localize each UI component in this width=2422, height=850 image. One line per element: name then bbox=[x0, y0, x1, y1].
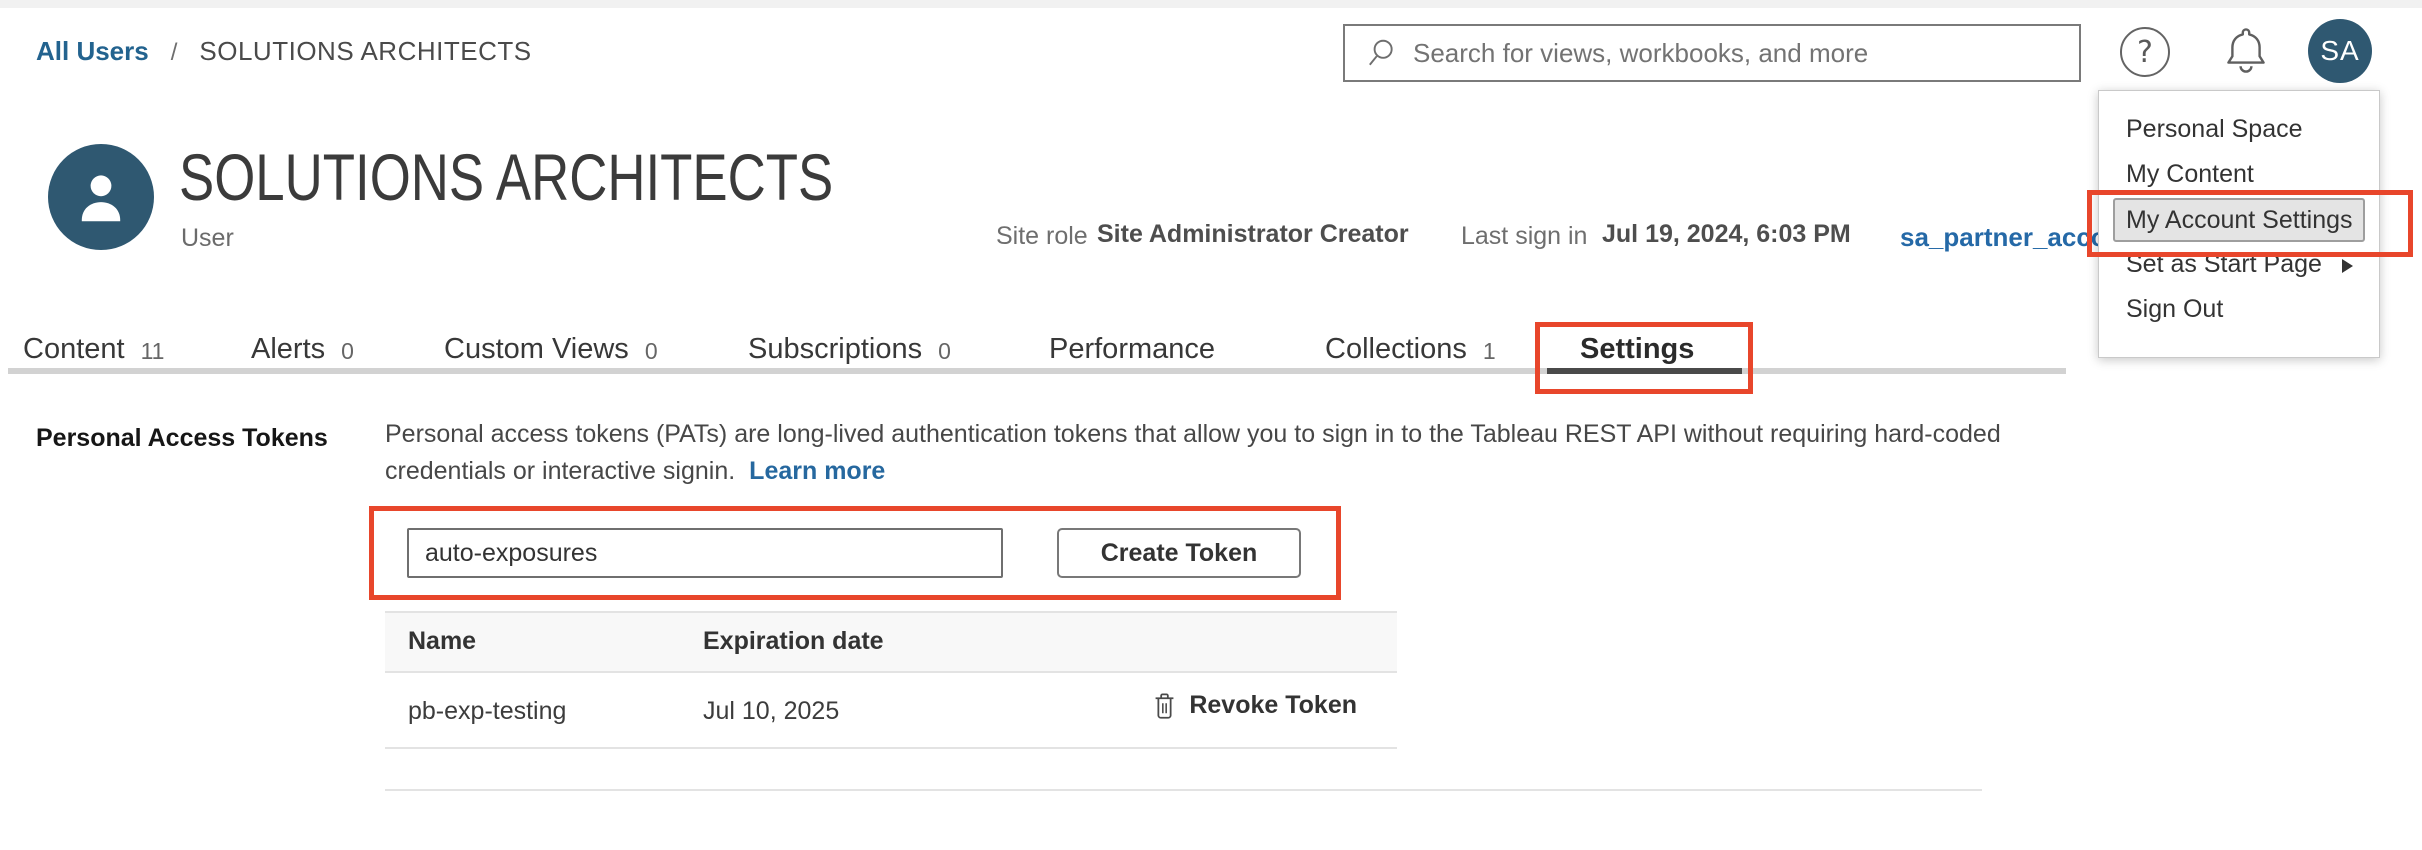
page-title: SOLUTIONS ARCHITECTS bbox=[179, 139, 833, 215]
learn-more-link[interactable]: Learn more bbox=[749, 457, 885, 485]
tab-count: 11 bbox=[141, 338, 165, 365]
search-input[interactable] bbox=[1411, 37, 2059, 70]
notifications-button[interactable] bbox=[2220, 25, 2272, 77]
site-role-value: Site Administrator Creator bbox=[1097, 220, 1409, 249]
section-divider bbox=[385, 789, 1982, 791]
submenu-arrow-icon bbox=[2342, 259, 2353, 273]
tab-count: 0 bbox=[938, 338, 951, 365]
help-button[interactable]: ? bbox=[2120, 27, 2170, 77]
bell-icon bbox=[2220, 25, 2272, 77]
revoke-token-button[interactable]: Revoke Token bbox=[1152, 691, 1357, 720]
breadcrumb-all-users-link[interactable]: All Users bbox=[36, 36, 149, 67]
token-expiration-cell: Jul 10, 2025 bbox=[703, 697, 839, 726]
person-icon bbox=[69, 165, 133, 229]
pat-description-line1: Personal access tokens (PATs) are long-l… bbox=[385, 416, 2001, 453]
tab-count: 0 bbox=[341, 338, 354, 365]
tab-count: 1 bbox=[1483, 338, 1496, 365]
username-link[interactable]: sa_partner_accou bbox=[1900, 222, 2123, 253]
avatar-initials: SA bbox=[2320, 35, 2359, 67]
tab-alerts[interactable]: Alerts0 bbox=[251, 333, 354, 366]
tab-content[interactable]: Content11 bbox=[23, 333, 164, 366]
trash-icon bbox=[1152, 691, 1177, 720]
breadcrumb: All Users / SOLUTIONS ARCHITECTS bbox=[36, 36, 532, 67]
account-menu: Personal Space My Content My Account Set… bbox=[2098, 90, 2380, 358]
tab-performance[interactable]: Performance bbox=[1049, 333, 1215, 366]
column-header-expiration: Expiration date bbox=[703, 627, 884, 656]
token-name-cell: pb-exp-testing bbox=[408, 697, 566, 726]
profile-avatar bbox=[48, 144, 154, 250]
menu-item-my-account-settings[interactable]: My Account Settings bbox=[2099, 197, 2379, 242]
last-sign-in-label: Last sign in bbox=[1461, 222, 1587, 251]
tableau-user-settings-page: All Users / SOLUTIONS ARCHITECTS ? SA Pe… bbox=[0, 0, 2422, 850]
breadcrumb-current: SOLUTIONS ARCHITECTS bbox=[199, 36, 531, 67]
search-icon bbox=[1365, 37, 1397, 69]
menu-item-sign-out[interactable]: Sign Out bbox=[2099, 287, 2379, 332]
token-table-row: pb-exp-testing Jul 10, 2025 Revoke Token bbox=[385, 673, 1397, 749]
token-name-input[interactable] bbox=[407, 528, 1003, 578]
column-header-name: Name bbox=[408, 627, 476, 656]
menu-item-personal-space[interactable]: Personal Space bbox=[2099, 107, 2379, 152]
create-token-button[interactable]: Create Token bbox=[1057, 528, 1301, 578]
menu-item-my-content[interactable]: My Content bbox=[2099, 152, 2379, 197]
pat-description: Personal access tokens (PATs) are long-l… bbox=[385, 416, 2001, 490]
tabs-track bbox=[8, 368, 2066, 374]
pat-description-line2: credentials or interactive signin. bbox=[385, 457, 735, 485]
question-mark-icon: ? bbox=[2137, 35, 2153, 70]
site-role-label: Site role bbox=[996, 222, 1088, 251]
tab-subscriptions[interactable]: Subscriptions0 bbox=[748, 333, 951, 366]
tab-settings[interactable]: Settings bbox=[1580, 333, 1694, 366]
last-sign-in-value: Jul 19, 2024, 6:03 PM bbox=[1602, 220, 1851, 249]
pat-section-heading: Personal Access Tokens bbox=[36, 424, 328, 453]
token-table-header: Name Expiration date bbox=[385, 611, 1397, 673]
breadcrumb-separator: / bbox=[171, 39, 178, 67]
revoke-token-label: Revoke Token bbox=[1189, 691, 1357, 720]
account-avatar-button[interactable]: SA bbox=[2308, 19, 2372, 83]
tab-count: 0 bbox=[645, 338, 658, 365]
tab-custom-views[interactable]: Custom Views0 bbox=[444, 333, 658, 366]
tab-collections[interactable]: Collections1 bbox=[1325, 333, 1496, 366]
menu-item-set-as-start-page[interactable]: Set as Start Page bbox=[2099, 242, 2379, 287]
global-search[interactable] bbox=[1343, 24, 2081, 82]
settings-tab-underline bbox=[1547, 368, 1742, 374]
window-top-strip bbox=[0, 0, 2422, 8]
user-subtitle: User bbox=[181, 224, 234, 253]
token-table: Name Expiration date pb-exp-testing Jul … bbox=[385, 611, 1397, 749]
